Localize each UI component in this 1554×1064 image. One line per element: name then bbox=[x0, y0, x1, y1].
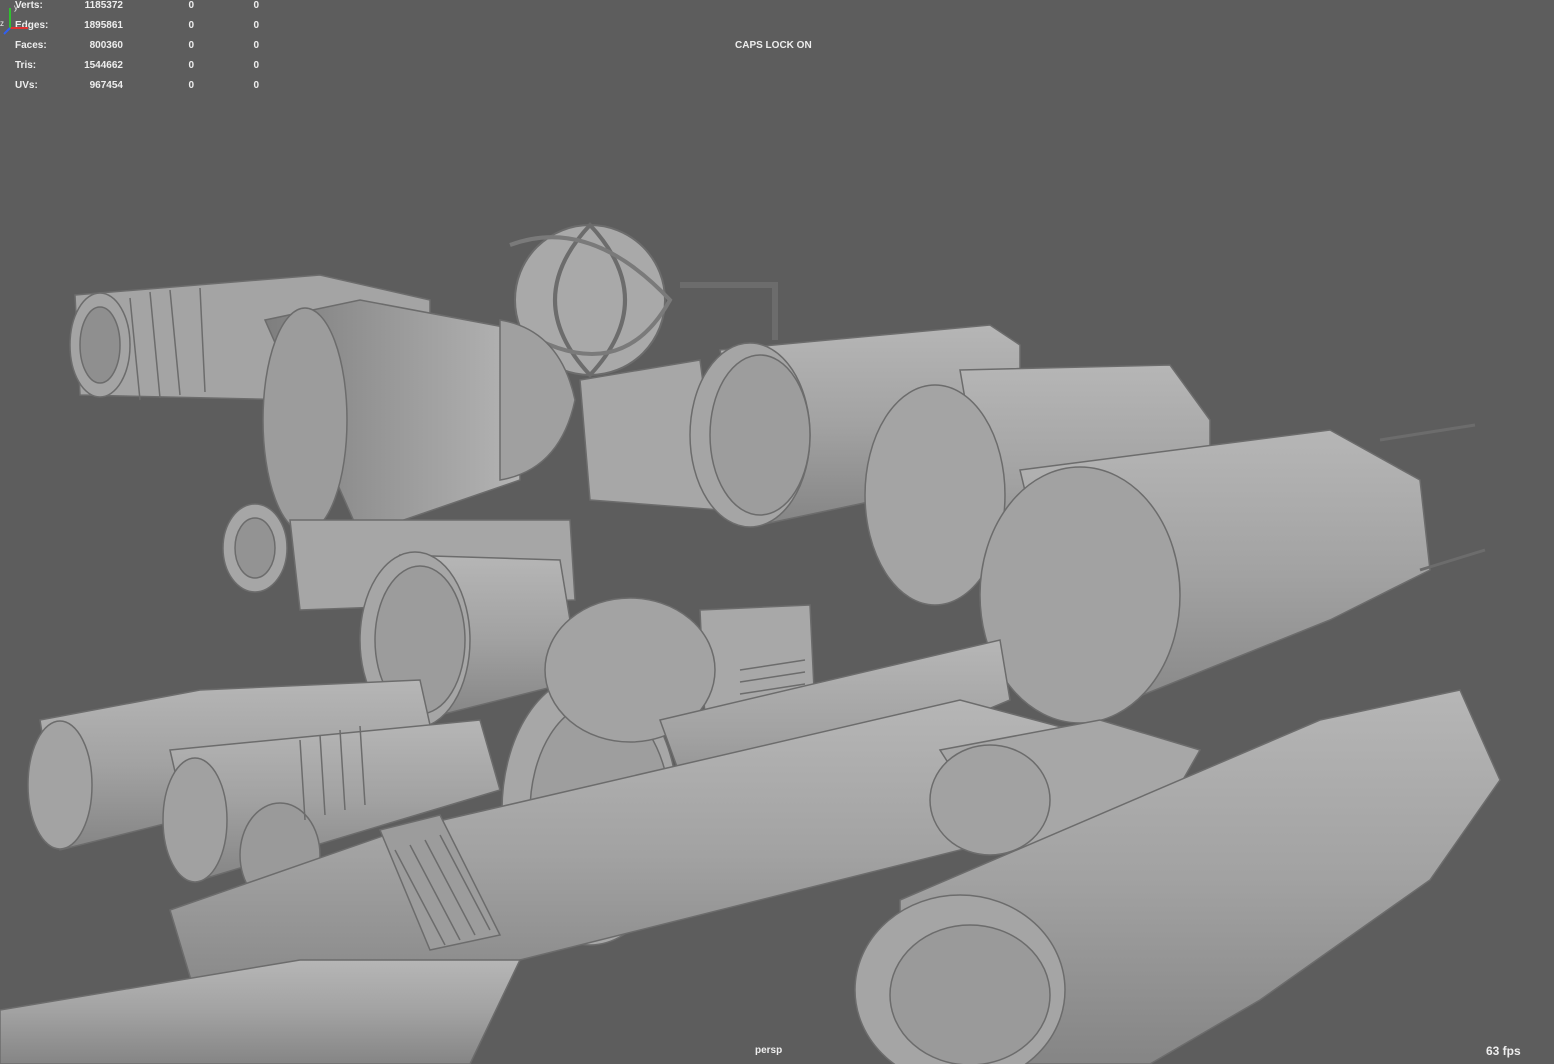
hud-total: 1895861 bbox=[84, 20, 123, 31]
hud-row-edges: Edges: 1895861 0 0 bbox=[0, 20, 280, 34]
hud-components: 0 bbox=[253, 80, 259, 91]
hud-total: 800360 bbox=[89, 40, 123, 51]
hud-components: 0 bbox=[253, 40, 259, 51]
hud-label: Tris: bbox=[15, 60, 37, 71]
scene-canvas[interactable] bbox=[0, 0, 1554, 1064]
axis-y-letter: y bbox=[14, 3, 18, 12]
hud-label: Faces: bbox=[15, 40, 47, 51]
hud-row-tris: Tris: 1544662 0 0 bbox=[0, 60, 280, 74]
hud-components: 0 bbox=[253, 20, 259, 31]
hud-row-uvs: UVs: 967454 0 0 bbox=[0, 80, 280, 94]
viewport-3d[interactable]: Verts: 1185372 0 0 Edges: 1895861 0 0 Fa… bbox=[0, 0, 1554, 1064]
hud-components: 0 bbox=[253, 0, 259, 11]
hud-selected: 0 bbox=[188, 0, 194, 11]
hud-row-faces: Faces: 800360 0 0 bbox=[0, 40, 280, 54]
hud-total: 967454 bbox=[89, 80, 123, 91]
hud-label: UVs: bbox=[15, 80, 38, 91]
hud-selected: 0 bbox=[188, 60, 194, 71]
axis-gizmo-icon: y z bbox=[0, 3, 28, 35]
hud-row-verts: Verts: 1185372 0 0 bbox=[0, 0, 280, 14]
caps-lock-indicator: CAPS LOCK ON bbox=[735, 40, 812, 51]
axis-z-line bbox=[3, 27, 11, 35]
hud-total: 1544662 bbox=[84, 60, 123, 71]
axis-z-letter: z bbox=[0, 19, 4, 28]
hud-total: 1185372 bbox=[84, 0, 123, 11]
camera-name-label: persp bbox=[755, 1045, 783, 1056]
fps-counter: 63 fps bbox=[1486, 1044, 1521, 1058]
cone-light-model bbox=[262, 299, 576, 536]
hud-selected: 0 bbox=[188, 20, 194, 31]
hud-components: 0 bbox=[253, 60, 259, 71]
hud-selected: 0 bbox=[188, 40, 194, 51]
hud-selected: 0 bbox=[188, 80, 194, 91]
